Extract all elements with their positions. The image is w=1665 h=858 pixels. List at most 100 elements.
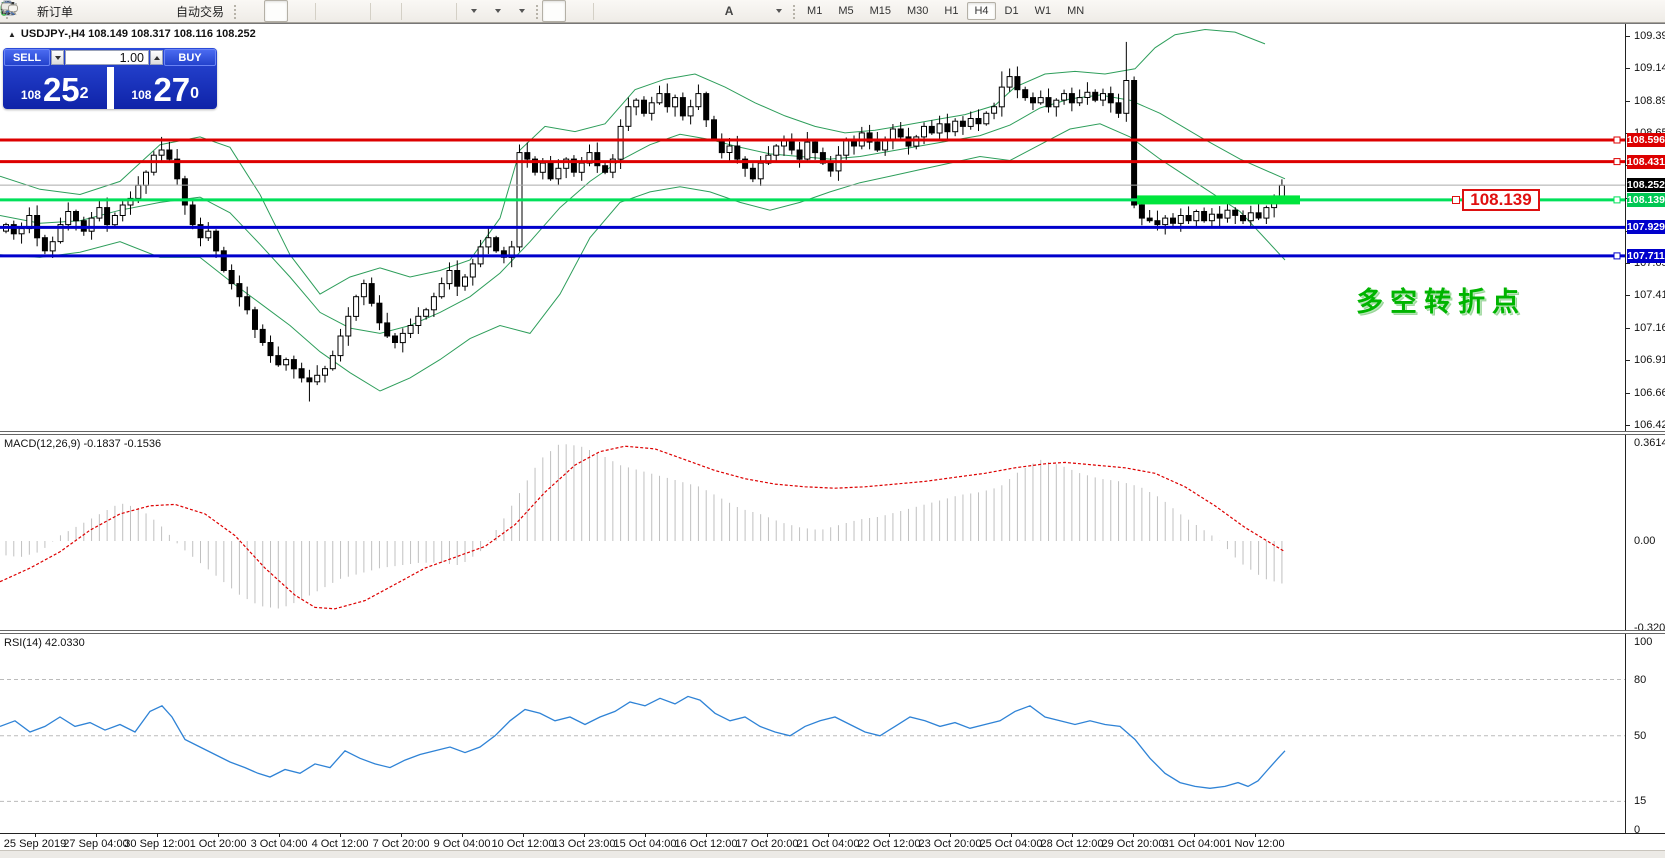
main-chart-panel: 109.390109.145108.895108.650108.405108.1…	[0, 23, 1665, 432]
auto-scroll-button[interactable]	[405, 0, 429, 22]
chart-shift-button[interactable]	[429, 0, 453, 22]
candlestick-chart-button[interactable]	[264, 0, 288, 22]
crosshair-tool-button[interactable]	[566, 0, 590, 22]
new-order-label[interactable]: 新订单	[37, 3, 73, 20]
macd-axis-label: 0.3614	[1634, 437, 1665, 449]
price-tick-label: 107.160	[1634, 322, 1665, 334]
price-callout: 108.139	[1462, 189, 1540, 211]
macd-canvas[interactable]	[0, 435, 1625, 630]
chat-button[interactable]	[1633, 0, 1657, 22]
time-axis-label: 27 Sep 04:00	[63, 838, 128, 850]
zoom-in-button[interactable]	[319, 0, 343, 22]
chat-icon	[0, 0, 19, 16]
chevron-down-icon	[55, 56, 61, 60]
time-axis-label: 30 Sep 12:00	[124, 838, 189, 850]
fibonacci-tool-button[interactable]: F	[693, 0, 717, 22]
one-click-trading-panel: SELL 1.00 BUY 108 25 2 108 27 0	[3, 48, 217, 109]
tile-windows-button[interactable]	[374, 0, 398, 22]
sell-button[interactable]: SELL	[4, 49, 50, 66]
periods-button[interactable]	[484, 0, 508, 22]
time-tick-mark	[889, 834, 890, 837]
text-label-tool-button[interactable]: T	[741, 0, 765, 22]
callout-anchor-square	[1452, 196, 1460, 204]
time-axis[interactable]: 25 Sep 201927 Sep 04:0030 Sep 12:001 Oct…	[0, 833, 1665, 851]
toolbar-drag-handle[interactable]	[233, 4, 237, 19]
time-tick-mark	[828, 834, 829, 837]
price-tick-mark	[1626, 101, 1630, 102]
rsi-axis-label: 100	[1634, 636, 1652, 648]
navigator-button[interactable]	[127, 0, 151, 22]
zoom-out-button[interactable]	[343, 0, 367, 22]
search-button[interactable]	[1609, 0, 1633, 22]
macd-axis: 0.36140.00-0.3209	[1625, 435, 1665, 630]
time-axis-label: 31 Oct 04:00	[1163, 838, 1226, 850]
trendline-tool-button[interactable]	[645, 0, 669, 22]
horizontal-line-tool-button[interactable]	[621, 0, 645, 22]
volume-decrease-button[interactable]	[51, 50, 64, 65]
rsi-axis: 1008050150	[1625, 634, 1665, 833]
timeframe-button-h1[interactable]: H1	[937, 2, 965, 20]
timeframe-button-m1[interactable]: M1	[800, 2, 829, 20]
price-line-badge: 108.139	[1627, 193, 1665, 207]
channel-tool-button[interactable]: E	[669, 0, 693, 22]
indicators-dropdown-caret	[471, 9, 477, 13]
toolbar-drag-handle[interactable]	[792, 4, 796, 19]
price-callout-text: 108.139	[1470, 190, 1531, 210]
rsi-canvas[interactable]	[0, 634, 1625, 833]
timeframe-button-d1[interactable]: D1	[998, 2, 1026, 20]
price-tick-mark	[1626, 425, 1630, 426]
vertical-line-tool-button[interactable]	[597, 0, 621, 22]
buy-price-prefix: 108	[131, 88, 151, 102]
time-axis-label: 21 Oct 04:00	[797, 838, 860, 850]
window-bottom-strip	[0, 850, 1665, 858]
market-watch-button[interactable]	[79, 0, 103, 22]
time-tick-mark	[645, 834, 646, 837]
time-tick-mark	[950, 834, 951, 837]
time-tick-mark	[1255, 834, 1256, 837]
volume-input[interactable]: 1.00	[65, 50, 149, 65]
timeframe-button-m30[interactable]: M30	[900, 2, 935, 20]
price-tick-label: 109.390	[1634, 30, 1665, 42]
price-line-badge: 108.252	[1627, 178, 1665, 192]
timeframe-button-h4[interactable]: H4	[967, 2, 995, 20]
autotrading-button[interactable]	[151, 0, 175, 22]
time-axis-label: 13 Oct 23:00	[553, 838, 616, 850]
arrows-tool-button[interactable]	[765, 0, 789, 22]
rsi-label: RSI(14) 42.0330	[4, 637, 85, 649]
price-line-badge: 108.431	[1627, 155, 1665, 169]
time-axis-label: 29 Oct 20:00	[1102, 838, 1165, 850]
toolbar: 新订单	[0, 0, 1665, 23]
toolbar-drag-handle[interactable]	[535, 4, 539, 19]
collapse-panel-icon[interactable]: ▲	[8, 30, 16, 39]
templates-button[interactable]	[508, 0, 532, 22]
timeframe-button-mn[interactable]: MN	[1060, 2, 1091, 20]
time-axis-label: 23 Oct 20:00	[919, 838, 982, 850]
sell-price-sup: 2	[80, 85, 89, 103]
price-tick-mark	[1626, 68, 1630, 69]
text-tool-button[interactable]: A	[717, 0, 741, 22]
cursor-tool-button[interactable]	[542, 0, 566, 22]
rsi-axis-label: 15	[1634, 795, 1646, 807]
volume-increase-button[interactable]	[150, 50, 163, 65]
buy-price-sup: 0	[190, 85, 199, 103]
price-axis: 109.390109.145108.895108.650108.405108.1…	[1625, 24, 1665, 432]
buy-button[interactable]: BUY	[164, 49, 216, 66]
price-tick-mark	[1626, 328, 1630, 329]
line-chart-button[interactable]	[288, 0, 312, 22]
time-axis-label: 7 Oct 20:00	[373, 838, 430, 850]
buy-price-button[interactable]: 108 27 0	[114, 67, 218, 109]
price-chart-canvas[interactable]	[0, 24, 1625, 432]
timeframe-button-m15[interactable]: M15	[863, 2, 898, 20]
timeframe-button-w1[interactable]: W1	[1028, 2, 1059, 20]
time-axis-label: 10 Oct 12:00	[492, 838, 555, 850]
timeframe-button-m5[interactable]: M5	[831, 2, 860, 20]
time-tick-mark	[340, 834, 341, 837]
price-tick-label: 106.420	[1634, 419, 1665, 431]
indicators-button[interactable]	[460, 0, 484, 22]
sell-price-button[interactable]: 108 25 2	[3, 67, 107, 109]
autotrading-label[interactable]: 自动交易	[176, 3, 224, 20]
bar-chart-button[interactable]	[240, 0, 264, 22]
time-tick-mark	[1011, 834, 1012, 837]
data-window-button[interactable]	[103, 0, 127, 22]
periods-dropdown-caret	[495, 9, 501, 13]
